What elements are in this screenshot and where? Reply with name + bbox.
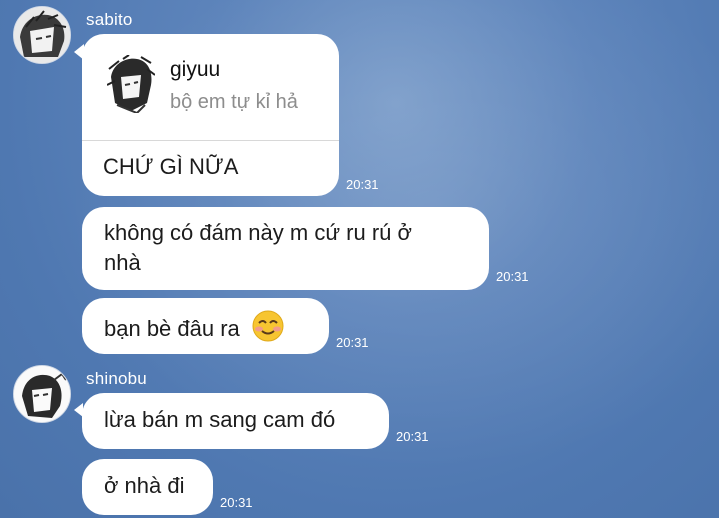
giyuu-avatar-icon — [106, 54, 156, 115]
sender-name: sabito — [86, 10, 133, 29]
message-time: 20:31 — [496, 269, 529, 284]
reply-message-bubble[interactable]: giyuu bộ em tự kỉ hả CHỨ GÌ NỮA — [74, 34, 339, 196]
message-text: lừa bán m sang cam đó — [104, 407, 336, 432]
reply-divider — [82, 140, 339, 141]
message-text-line: không có đám này m cứ ru rú ở — [104, 220, 412, 245]
message-time: 20:31 — [346, 177, 379, 192]
shinobu-avatar[interactable] — [13, 365, 71, 423]
message-text: ở nhà đi — [104, 473, 185, 498]
message-time: 20:31 — [396, 429, 429, 444]
message-bubble[interactable]: lừa bán m sang cam đó — [74, 393, 389, 449]
message-text: bạn bè đâu ra — [104, 315, 240, 341]
bubble-tail — [74, 44, 84, 60]
message-time: 20:31 — [220, 495, 253, 510]
message-bubble[interactable]: bạn bè đâu ra — [82, 298, 329, 354]
reply-quoted-preview: bộ em tự kỉ hả — [170, 91, 298, 113]
message-text-line: nhà — [104, 250, 141, 275]
sabito-avatar[interactable] — [13, 6, 71, 64]
message-bubble[interactable]: không có đám này m cứ ru rú ở nhà — [82, 207, 489, 290]
sender-name: shinobu — [86, 369, 147, 388]
smiling-face-icon — [252, 310, 284, 350]
message-text: CHỨ GÌ NỮA — [103, 154, 239, 179]
message-bubble[interactable]: ở nhà đi — [82, 459, 213, 515]
reply-quoted-name: giyuu — [170, 58, 221, 81]
bubble-tail — [74, 403, 83, 417]
message-time: 20:31 — [336, 335, 369, 350]
